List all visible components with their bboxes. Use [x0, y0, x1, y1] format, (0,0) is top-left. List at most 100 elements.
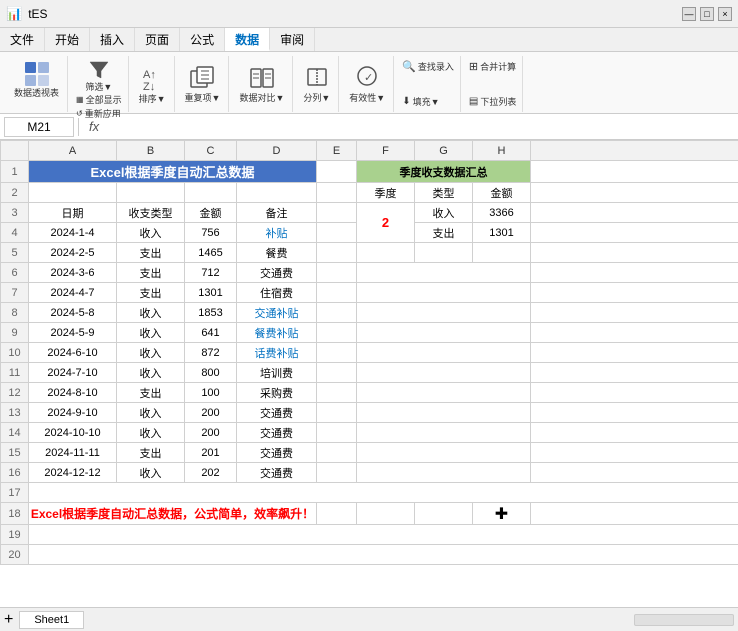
maximize-btn[interactable]: □	[700, 7, 714, 21]
cell-B2[interactable]	[117, 183, 185, 203]
cell-E12[interactable]	[317, 383, 357, 403]
close-btn[interactable]: ×	[718, 7, 732, 21]
cell-A4[interactable]: 2024-1-4	[29, 223, 117, 243]
cell-B14[interactable]: 收入	[117, 423, 185, 443]
tab-data[interactable]: 数据	[225, 28, 270, 51]
cell-ref-input[interactable]	[4, 117, 74, 137]
cell-E6[interactable]	[317, 263, 357, 283]
cell-A2[interactable]	[29, 183, 117, 203]
cell-A13[interactable]: 2024-9-10	[29, 403, 117, 423]
cell-C3[interactable]: 金额	[185, 203, 237, 223]
cell-E10[interactable]	[317, 343, 357, 363]
cell-B3[interactable]: 收支类型	[117, 203, 185, 223]
cell-C2[interactable]	[185, 183, 237, 203]
cell-A1[interactable]: Excel根据季度自动汇总数据	[29, 161, 317, 183]
col-header-H[interactable]: H	[473, 141, 531, 161]
cell-C8[interactable]: 1853	[185, 303, 237, 323]
cell-F5[interactable]	[357, 243, 415, 263]
split-btn[interactable]: 分列▼	[303, 65, 330, 104]
cell-G2[interactable]: 类型	[415, 183, 473, 203]
cell-A7[interactable]: 2024-4-7	[29, 283, 117, 303]
minimize-btn[interactable]: —	[682, 7, 696, 21]
tab-file[interactable]: 文件	[0, 28, 45, 51]
sort-btn[interactable]: A↑ Z↓ 排序▼	[139, 64, 166, 105]
cell-A3[interactable]: 日期	[29, 203, 117, 223]
cell-F1[interactable]: 季度收支数据汇总	[357, 161, 531, 183]
cell-E13[interactable]	[317, 403, 357, 423]
cell-C6[interactable]: 712	[185, 263, 237, 283]
cell-D7[interactable]: 住宿费	[237, 283, 317, 303]
cell-D6[interactable]: 交通费	[237, 263, 317, 283]
cell-C5[interactable]: 1465	[185, 243, 237, 263]
compare-btn[interactable]: 数据对比▼	[239, 65, 284, 104]
cell-E15[interactable]	[317, 443, 357, 463]
cell-D10[interactable]: 话费补贴	[237, 343, 317, 363]
cell-D8[interactable]: 交通补贴	[237, 303, 317, 323]
col-header-E[interactable]: E	[317, 141, 357, 161]
cell-D11[interactable]: 培训费	[237, 363, 317, 383]
dropdown-list-btn[interactable]: ▤ 下拉列表	[469, 95, 516, 112]
tab-page[interactable]: 页面	[135, 28, 180, 51]
cell-G5[interactable]	[415, 243, 473, 263]
valid-btn[interactable]: ✓ 有效性▼	[349, 65, 385, 104]
cell-D2[interactable]	[237, 183, 317, 203]
cell-E5[interactable]	[317, 243, 357, 263]
cell-D12[interactable]: 采购费	[237, 383, 317, 403]
cell-D15[interactable]: 交通费	[237, 443, 317, 463]
cell-G4[interactable]: 支出	[415, 223, 473, 243]
cell-B10[interactable]: 收入	[117, 343, 185, 363]
col-header-A[interactable]: A	[29, 141, 117, 161]
cell-F3-merged[interactable]: 2	[357, 203, 415, 243]
cell-C16[interactable]: 202	[185, 463, 237, 483]
cell-D4[interactable]: 补贴	[237, 223, 317, 243]
cell-E14[interactable]	[317, 423, 357, 443]
cell-E9[interactable]	[317, 323, 357, 343]
cell-B13[interactable]: 收入	[117, 403, 185, 423]
cell-C7[interactable]: 1301	[185, 283, 237, 303]
cell-H4[interactable]: 1301	[473, 223, 531, 243]
cell-C4[interactable]: 756	[185, 223, 237, 243]
cell-B6[interactable]: 支出	[117, 263, 185, 283]
tab-start[interactable]: 开始	[45, 28, 90, 51]
cell-F2[interactable]: 季度	[357, 183, 415, 203]
cell-H18[interactable]: ✚	[473, 503, 531, 525]
window-controls[interactable]: — □ ×	[682, 7, 732, 21]
cell-C10[interactable]: 872	[185, 343, 237, 363]
cell-C14[interactable]: 200	[185, 423, 237, 443]
cell-C11[interactable]: 800	[185, 363, 237, 383]
cell-E1[interactable]	[317, 161, 357, 183]
cell-E16[interactable]	[317, 463, 357, 483]
filter-btn[interactable]: 筛选▼	[85, 58, 112, 93]
cell-C12[interactable]: 100	[185, 383, 237, 403]
cell-C9[interactable]: 641	[185, 323, 237, 343]
show-all-btn[interactable]: ▦ 全部显示	[76, 93, 122, 106]
cell-D14[interactable]: 交通费	[237, 423, 317, 443]
col-header-C[interactable]: C	[185, 141, 237, 161]
cell-H2[interactable]: 金额	[473, 183, 531, 203]
cell-A14[interactable]: 2024-10-10	[29, 423, 117, 443]
tab-formula[interactable]: 公式	[180, 28, 225, 51]
sheet-tab-add[interactable]: +	[4, 611, 13, 629]
cell-E2[interactable]	[317, 183, 357, 203]
cell-A15[interactable]: 2024-11-11	[29, 443, 117, 463]
col-header-F[interactable]: F	[357, 141, 415, 161]
cell-B15[interactable]: 支出	[117, 443, 185, 463]
cell-A11[interactable]: 2024-7-10	[29, 363, 117, 383]
merge-calc-btn[interactable]: ⊞ 合并计算	[469, 56, 516, 73]
horizontal-scrollbar[interactable]	[634, 614, 734, 626]
cell-H3[interactable]: 3366	[473, 203, 531, 223]
cell-A12[interactable]: 2024-8-10	[29, 383, 117, 403]
cell-E7[interactable]	[317, 283, 357, 303]
cell-H5[interactable]	[473, 243, 531, 263]
tab-insert[interactable]: 插入	[90, 28, 135, 51]
dup-btn[interactable]: 重复项▼	[185, 65, 221, 104]
cell-E3[interactable]	[317, 203, 357, 223]
cell-B16[interactable]: 收入	[117, 463, 185, 483]
cell-D3[interactable]: 备注	[237, 203, 317, 223]
formula-input[interactable]	[109, 117, 734, 137]
cell-A9[interactable]: 2024-5-9	[29, 323, 117, 343]
col-header-G[interactable]: G	[415, 141, 473, 161]
search-entry-btn[interactable]: 🔍 查找录入	[402, 56, 454, 73]
col-header-D[interactable]: D	[237, 141, 317, 161]
cell-B7[interactable]: 支出	[117, 283, 185, 303]
